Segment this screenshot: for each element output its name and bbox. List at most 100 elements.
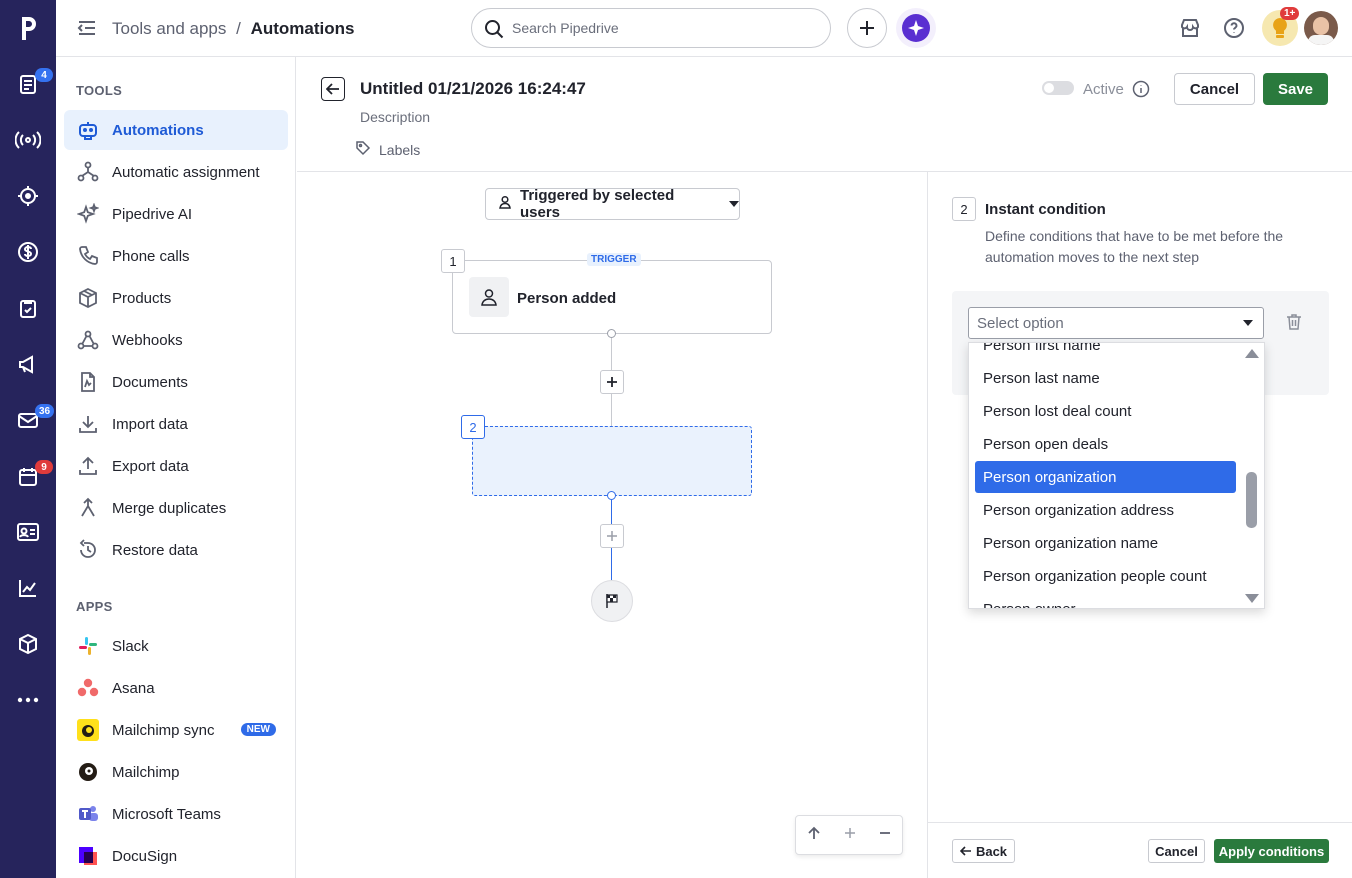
option-person-lost-deal-count[interactable]: Person lost deal count	[975, 395, 1236, 427]
asana-icon	[76, 676, 100, 700]
info-icon[interactable]	[1132, 80, 1150, 103]
breadcrumb-parent[interactable]: Tools and apps	[112, 19, 226, 38]
option-person-organization-name[interactable]: Person organization name	[975, 527, 1236, 559]
rail-more-icon[interactable]	[0, 678, 56, 722]
phone-icon	[76, 244, 100, 268]
add-step-button-disabled[interactable]	[600, 524, 624, 548]
mail-badge: 36	[35, 404, 55, 418]
sidebar-item-label: Import data	[112, 415, 188, 433]
dropdown-scrollbar[interactable]	[1238, 343, 1264, 608]
option-person-organization[interactable]: Person organization	[975, 461, 1236, 493]
rail-products-icon[interactable]	[0, 622, 56, 666]
trigger-type-dropdown[interactable]: Triggered by selected users	[485, 187, 740, 221]
slack-icon	[76, 634, 100, 658]
rail-tasks-icon[interactable]	[0, 286, 56, 330]
option-person-open-deals[interactable]: Person open deals	[975, 428, 1236, 460]
zoom-in-icon[interactable]	[844, 826, 856, 844]
sidebar-item-label: Mailchimp sync	[112, 721, 215, 739]
description-field[interactable]: Description	[360, 109, 430, 125]
finish-flag-icon	[591, 580, 633, 622]
avatar[interactable]	[1304, 11, 1338, 45]
sidebar-item-products[interactable]: Products	[64, 278, 288, 318]
option-person-last-name[interactable]: Person last name	[975, 362, 1236, 394]
box-icon	[76, 286, 100, 310]
condition-panel: 2 Instant condition Define conditions th…	[927, 172, 1352, 878]
sidebar-item-export-data[interactable]: Export data	[64, 446, 288, 486]
rail-dollar-icon[interactable]	[0, 230, 56, 274]
automation-title[interactable]: Untitled 01/21/2026 16:24:47	[360, 79, 586, 99]
breadcrumb: Tools and apps / Automations	[112, 19, 354, 39]
back-button[interactable]: Back	[952, 839, 1015, 863]
new-badge: NEW	[240, 723, 276, 736]
rail-contacts-icon[interactable]	[0, 510, 56, 554]
field-options-dropdown: Person first name Person last name Perso…	[968, 342, 1265, 609]
canvas-zoom-controls	[795, 815, 903, 855]
quick-add-button[interactable]	[847, 8, 887, 48]
zoom-out-icon[interactable]	[879, 826, 891, 844]
trigger-type-label: Triggered by selected users	[520, 187, 675, 221]
docusign-icon	[76, 844, 100, 868]
robot-icon	[76, 118, 100, 142]
apply-conditions-button[interactable]: Apply conditions	[1214, 839, 1329, 863]
marketplace-icon[interactable]	[1178, 16, 1202, 40]
download-icon	[76, 412, 100, 436]
sidebar-item-mailchimp[interactable]: Mailchimp	[64, 752, 288, 792]
rail-calendar-icon[interactable]: 9	[0, 454, 56, 498]
sidebar-item-automations[interactable]: Automations	[64, 110, 288, 150]
collapse-menu-icon[interactable]	[76, 18, 98, 43]
sidebar-item-import-data[interactable]: Import data	[64, 404, 288, 444]
option-person-organization-people-count[interactable]: Person organization people count	[975, 560, 1236, 592]
sidebar-item-label: Microsoft Teams	[112, 805, 221, 823]
merge-icon	[76, 496, 100, 520]
sidebar-item-label: Webhooks	[112, 331, 183, 349]
sidebar-item-phone-calls[interactable]: Phone calls	[64, 236, 288, 276]
calendar-badge: 9	[35, 460, 53, 474]
sidebar-item-slack[interactable]: Slack	[64, 626, 288, 666]
person-icon	[469, 277, 509, 317]
sidebar-item-mailchimp-sync[interactable]: Mailchimp sync NEW	[64, 710, 288, 750]
rail-campaigns-icon[interactable]	[0, 342, 56, 386]
save-button[interactable]: Save	[1263, 73, 1328, 105]
document-icon	[76, 370, 100, 394]
option-person-owner[interactable]: Person owner	[975, 593, 1236, 609]
cancel-button[interactable]: Cancel	[1174, 73, 1255, 105]
sidebar-item-webhooks[interactable]: Webhooks	[64, 320, 288, 360]
tips-lightbulb-icon[interactable]: 1+	[1262, 7, 1300, 46]
sidebar-item-restore-data[interactable]: Restore data	[64, 530, 288, 570]
rail-insights-icon[interactable]	[0, 566, 56, 610]
sidebar-item-pipedrive-ai[interactable]: Pipedrive AI	[64, 194, 288, 234]
sidebar-item-asana[interactable]: Asana	[64, 668, 288, 708]
automation-editor: Untitled 01/21/2026 16:24:47 Description…	[297, 57, 1352, 878]
active-toggle[interactable]	[1042, 81, 1074, 95]
scroll-up-arrow-icon[interactable]	[1245, 349, 1259, 358]
condition-step-placeholder[interactable]	[472, 426, 752, 496]
arrow-up-icon[interactable]	[807, 826, 821, 845]
field-select[interactable]: Select option	[968, 307, 1264, 339]
rail-deals-icon[interactable]	[0, 174, 56, 218]
option-person-first-name[interactable]: Person first name	[975, 343, 1236, 361]
add-step-button[interactable]	[600, 370, 624, 394]
sidebar-item-microsoft-teams[interactable]: Microsoft Teams	[64, 794, 288, 834]
search-input[interactable]: Search Pipedrive	[471, 8, 831, 48]
delete-condition-icon[interactable]	[1286, 313, 1302, 336]
sidebar-item-automatic-assignment[interactable]: Automatic assignment	[64, 152, 288, 192]
assignment-icon	[76, 160, 100, 184]
rail-leads-icon[interactable]	[0, 118, 56, 162]
sidebar-item-docusign[interactable]: DocuSign	[64, 836, 288, 876]
option-person-organization-address[interactable]: Person organization address	[975, 494, 1236, 526]
breadcrumb-current: Automations	[250, 19, 355, 38]
sidebar-item-documents[interactable]: Documents	[64, 362, 288, 402]
back-arrow-button[interactable]	[321, 77, 345, 101]
rail-activities-icon[interactable]: 4	[0, 62, 56, 106]
help-icon[interactable]	[1222, 16, 1246, 40]
pipedrive-logo-icon[interactable]	[0, 6, 56, 50]
labels-button[interactable]: Labels	[355, 140, 420, 159]
ai-assistant-button[interactable]	[896, 8, 936, 48]
sidebar-item-merge-duplicates[interactable]: Merge duplicates	[64, 488, 288, 528]
search-placeholder: Search Pipedrive	[512, 20, 619, 36]
panel-cancel-button[interactable]: Cancel	[1148, 839, 1205, 863]
scrollbar-thumb[interactable]	[1246, 472, 1257, 528]
rail-mail-icon[interactable]: 36	[0, 398, 56, 442]
arrow-left-icon	[959, 844, 972, 859]
scroll-down-arrow-icon[interactable]	[1245, 594, 1259, 603]
